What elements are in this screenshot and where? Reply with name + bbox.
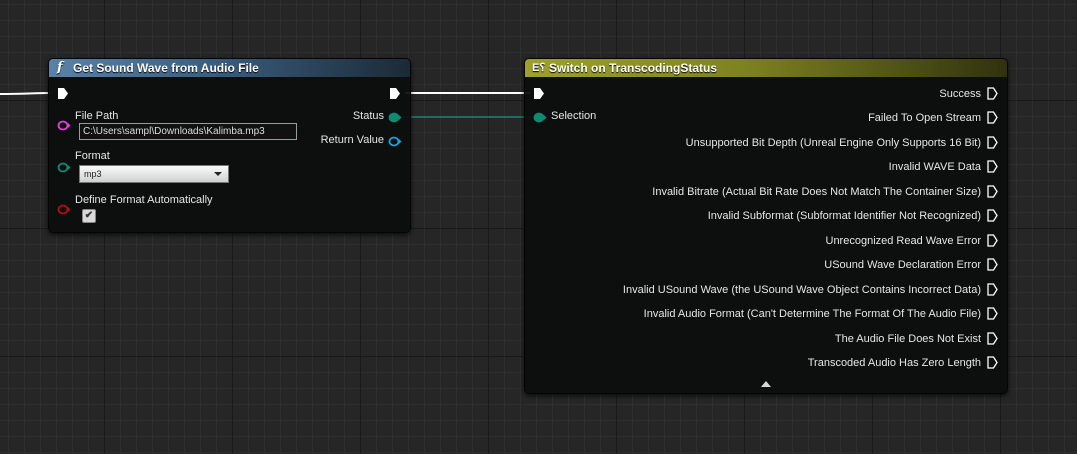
define-format-checkbox[interactable]: ✔ [82, 209, 96, 223]
exec-out-pin-icon[interactable] [987, 258, 998, 271]
exec-out-pin-icon[interactable] [987, 111, 998, 124]
switch-on-transcoding-status-node[interactable]: E⸮ Switch on TranscodingStatus Selection… [524, 58, 1008, 394]
node-title: Switch on TranscodingStatus [549, 61, 718, 75]
exec-out-pin-icon[interactable] [987, 136, 998, 149]
function-icon: f [57, 60, 63, 75]
collapse-arrow-icon[interactable] [761, 381, 771, 387]
selection-label: Selection [551, 110, 597, 122]
exec-out-pin-icon[interactable] [987, 234, 998, 247]
output-label: Unsupported Bit Depth (Unreal Engine Onl… [685, 136, 981, 149]
output-label: The Audio File Does Not Exist [834, 332, 981, 345]
file-path-pin-icon[interactable] [57, 120, 71, 131]
define-format-label: Define Format Automatically [75, 194, 213, 206]
get-sound-wave-header[interactable]: f Get Sound Wave from Audio File [49, 59, 410, 77]
exec-in-pin[interactable] [57, 87, 69, 100]
exec-out-pin-icon[interactable] [987, 87, 998, 100]
status-pin-icon[interactable] [388, 112, 402, 123]
output-label: Transcoded Audio Has Zero Length [807, 356, 981, 369]
output-invalid-subformat[interactable]: Invalid Subformat (Subformat Identifier … [708, 207, 998, 223]
output-invalid-audio-format[interactable]: Invalid Audio Format (Can't Determine Th… [644, 305, 998, 321]
switch-node-header[interactable]: E⸮ Switch on TranscodingStatus [525, 59, 1007, 77]
format-pin-icon[interactable] [57, 162, 71, 173]
output-label: Invalid Audio Format (Can't Determine Th… [643, 307, 981, 320]
exec-out-pin[interactable] [389, 87, 401, 100]
define-format-pin-icon[interactable] [57, 204, 71, 215]
output-unsupported-bit-depth[interactable]: Unsupported Bit Depth (Unreal Engine Onl… [686, 134, 998, 150]
return-value-label: Return Value [320, 134, 384, 146]
switch-enum-icon: E⸮ [532, 62, 546, 74]
output-label: Invalid Subformat (Subformat Identifier … [707, 209, 981, 222]
format-dropdown[interactable]: mp3 [79, 165, 229, 183]
format-label: Format [75, 150, 110, 162]
exec-out-pin-icon[interactable] [987, 356, 998, 369]
output-usound-wave-declaration-error[interactable]: USound Wave Declaration Error [824, 256, 998, 272]
output-unrecognized-read-wave-error[interactable]: Unrecognized Read Wave Error [826, 232, 999, 248]
output-success[interactable]: Success [939, 85, 998, 101]
format-value: mp3 [84, 169, 102, 179]
exec-out-pin-icon[interactable] [987, 160, 998, 173]
output-label: USound Wave Declaration Error [824, 258, 981, 271]
return-value-pin-icon[interactable] [388, 136, 402, 147]
output-failed-to-open-stream[interactable]: Failed To Open Stream [868, 109, 998, 125]
exec-out-pin-icon[interactable] [987, 332, 998, 345]
exec-wire-in [0, 92, 51, 95]
get-sound-wave-node[interactable]: f Get Sound Wave from Audio File File Pa… [48, 58, 411, 233]
output-invalid-bitrate[interactable]: Invalid Bitrate (Actual Bit Rate Does No… [652, 183, 998, 199]
selection-pin-icon[interactable] [533, 112, 547, 123]
file-path-input[interactable]: C:\Users\sampl\Downloads\Kalimba.mp3 [79, 123, 297, 140]
node-title: Get Sound Wave from Audio File [73, 61, 259, 75]
exec-out-pin-icon[interactable] [987, 307, 998, 320]
output-invalid-usound-wave[interactable]: Invalid USound Wave (the USound Wave Obj… [623, 281, 998, 297]
exec-in-pin[interactable] [533, 87, 545, 100]
output-invalid-wave-data[interactable]: Invalid WAVE Data [889, 158, 998, 174]
exec-out-pin-icon[interactable] [987, 185, 998, 198]
exec-out-pin-icon[interactable] [987, 209, 998, 222]
output-transcoded-audio-zero-length[interactable]: Transcoded Audio Has Zero Length [808, 354, 998, 370]
output-audio-file-does-not-exist[interactable]: The Audio File Does Not Exist [835, 330, 998, 346]
output-label: Failed To Open Stream [868, 111, 981, 124]
output-label: Invalid Bitrate (Actual Bit Rate Does No… [652, 185, 981, 198]
output-label: Invalid USound Wave (the USound Wave Obj… [622, 283, 981, 296]
chevron-down-icon [214, 172, 222, 176]
status-label: Status [352, 110, 384, 122]
output-label: Success [939, 87, 981, 100]
exec-out-pin-icon[interactable] [987, 283, 998, 296]
checkmark-icon: ✔ [84, 210, 94, 221]
output-label: Invalid WAVE Data [888, 160, 981, 173]
output-label: Unrecognized Read Wave Error [825, 234, 982, 247]
file-path-label: File Path [75, 110, 119, 122]
